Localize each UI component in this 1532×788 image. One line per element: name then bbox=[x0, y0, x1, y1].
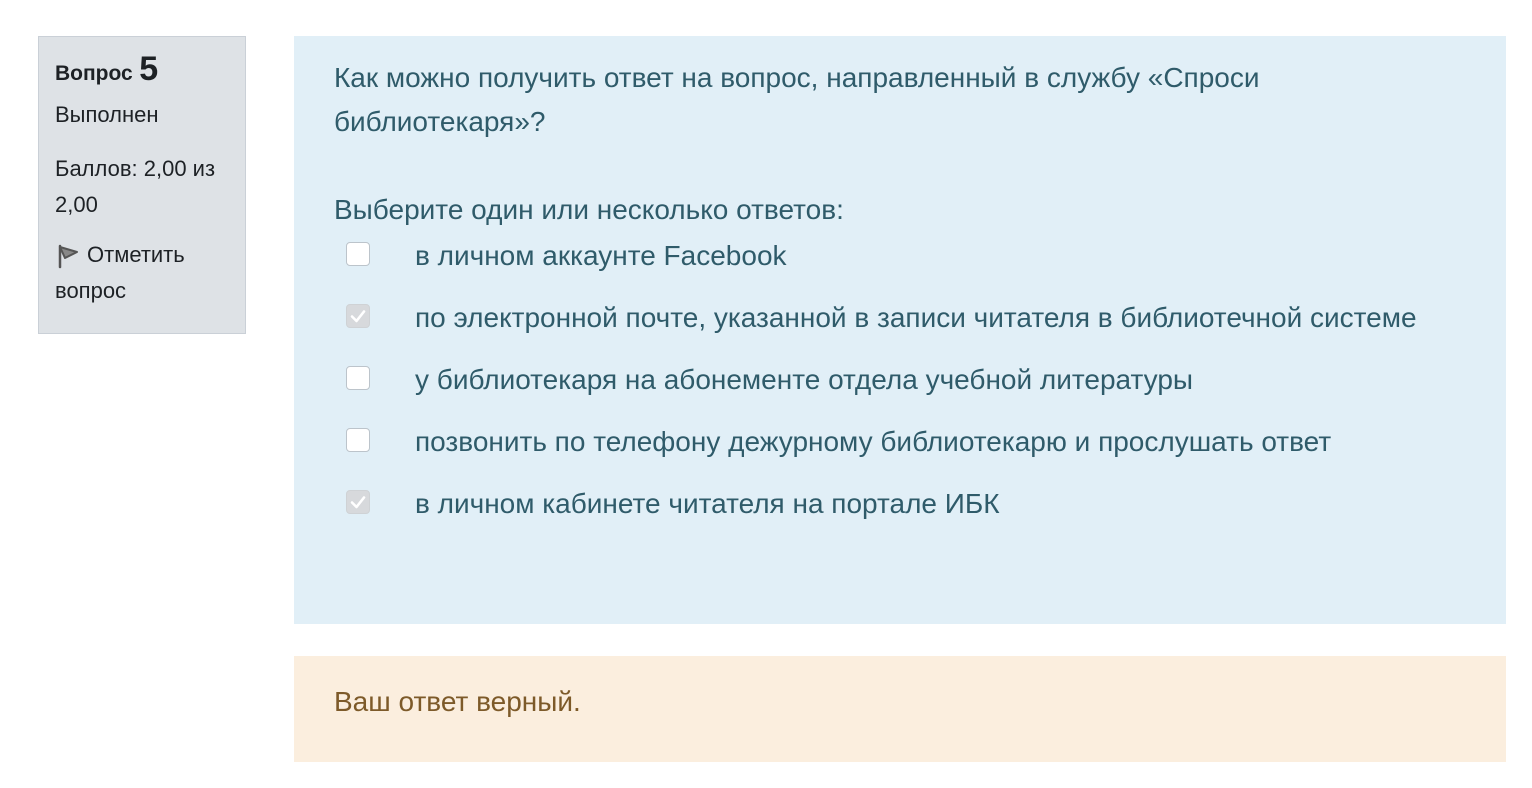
question-state: Выполнен bbox=[55, 102, 159, 127]
question-text: Как можно получить ответ на вопрос, напр… bbox=[334, 62, 1260, 137]
flag-question-link[interactable]: Отметить вопрос bbox=[55, 237, 229, 309]
answer-label: в личном аккаунте Facebook bbox=[415, 240, 787, 271]
question-info-panel: Вопрос 5 Выполнен Баллов: 2,00 из 2,00 О… bbox=[38, 36, 246, 334]
answer-checkbox[interactable] bbox=[346, 490, 370, 514]
answer-label: в личном кабинете читателя на портале ИБ… bbox=[415, 488, 1000, 519]
answer-prompt: Выберите один или несколько ответов: bbox=[334, 194, 844, 225]
question-number: 5 bbox=[139, 50, 159, 88]
question-grade: Баллов: 2,00 из 2,00 bbox=[55, 151, 229, 223]
answer-option[interactable]: у библиотекаря на абонементе отдела учеб… bbox=[334, 358, 1466, 402]
flag-label-line-2: вопрос bbox=[55, 278, 127, 303]
checkmark-icon bbox=[350, 310, 366, 323]
answer-checkbox[interactable] bbox=[346, 242, 370, 266]
answer-list: в личном аккаунте Facebook по электронно… bbox=[334, 234, 1466, 526]
answer-label: у библиотекаря на абонементе отдела учеб… bbox=[415, 364, 1194, 395]
answer-checkbox[interactable] bbox=[346, 304, 370, 328]
checkmark-icon bbox=[350, 496, 366, 509]
answer-label: по электронной почте, указанной в записи… bbox=[415, 302, 1417, 333]
answer-checkbox[interactable] bbox=[346, 428, 370, 452]
question-label: Вопрос bbox=[55, 62, 133, 85]
answer-option[interactable]: позвонить по телефону дежурному библиоте… bbox=[334, 420, 1466, 464]
answer-label: позвонить по телефону дежурному библиоте… bbox=[415, 426, 1332, 457]
flag-icon bbox=[55, 243, 81, 269]
answer-option[interactable]: по электронной почте, указанной в записи… bbox=[334, 296, 1466, 340]
feedback-text: Ваш ответ верный. bbox=[334, 686, 581, 717]
answer-option[interactable]: в личном кабинете читателя на портале ИБ… bbox=[334, 482, 1466, 526]
feedback-box: Ваш ответ верный. bbox=[294, 656, 1506, 762]
answer-checkbox[interactable] bbox=[346, 366, 370, 390]
grade-line-2: 2,00 bbox=[55, 192, 98, 217]
answer-option[interactable]: в личном аккаунте Facebook bbox=[334, 234, 1466, 278]
question-number-row: Вопрос 5 bbox=[55, 49, 229, 89]
question-formulation: Как можно получить ответ на вопрос, напр… bbox=[294, 36, 1506, 624]
grade-line-1: Баллов: 2,00 из bbox=[55, 156, 216, 181]
flag-label-line-1: Отметить bbox=[87, 242, 185, 267]
